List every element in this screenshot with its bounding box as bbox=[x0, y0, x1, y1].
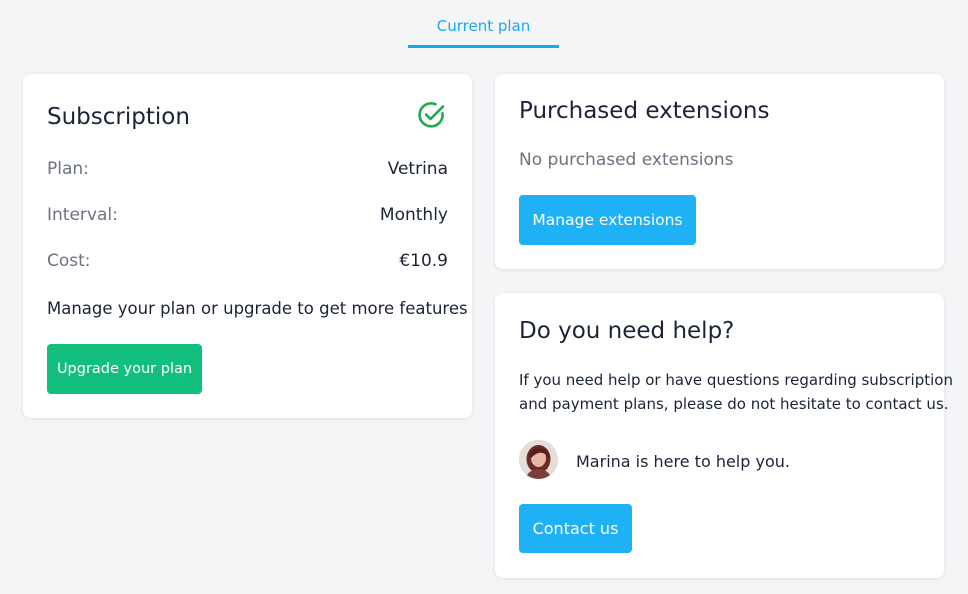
interval-label: Interval: bbox=[47, 205, 118, 225]
subscription-description: Manage your plan or upgrade to get more … bbox=[47, 299, 468, 318]
cost-value: €10.9 bbox=[399, 251, 448, 271]
subscription-title: Subscription bbox=[47, 104, 190, 130]
upgrade-plan-button[interactable]: Upgrade your plan bbox=[47, 344, 202, 394]
extensions-card: Purchased extensions No purchased extens… bbox=[495, 74, 944, 269]
manage-extensions-button[interactable]: Manage extensions bbox=[519, 195, 696, 245]
tab-active-indicator bbox=[408, 45, 559, 48]
tab-current-plan-label: Current plan bbox=[436, 17, 531, 35]
help-description-line1: If you need help or have questions regar… bbox=[519, 371, 953, 389]
extensions-title: Purchased extensions bbox=[519, 98, 770, 124]
tab-bar: Current plan bbox=[0, 0, 968, 50]
help-description-line2: and payment plans, please do not hesitat… bbox=[519, 395, 949, 413]
contact-us-button[interactable]: Contact us bbox=[519, 504, 632, 553]
plan-label: Plan: bbox=[47, 159, 89, 179]
avatar bbox=[519, 440, 558, 479]
help-card: Do you need help? If you need help or ha… bbox=[495, 293, 953, 578]
help-title: Do you need help? bbox=[519, 318, 735, 344]
cost-label: Cost: bbox=[47, 251, 91, 271]
check-circle-icon bbox=[418, 102, 445, 128]
avatar-portrait bbox=[519, 440, 558, 479]
plan-value: Vetrina bbox=[387, 159, 448, 179]
agent-text: Marina is here to help you. bbox=[576, 452, 790, 471]
extensions-empty-text: No purchased extensions bbox=[519, 150, 734, 170]
subscription-card: Subscription Plan: Vetrina Interval: Mon… bbox=[23, 74, 472, 418]
tab-current-plan[interactable]: Current plan bbox=[408, 0, 559, 50]
interval-value: Monthly bbox=[379, 205, 448, 225]
